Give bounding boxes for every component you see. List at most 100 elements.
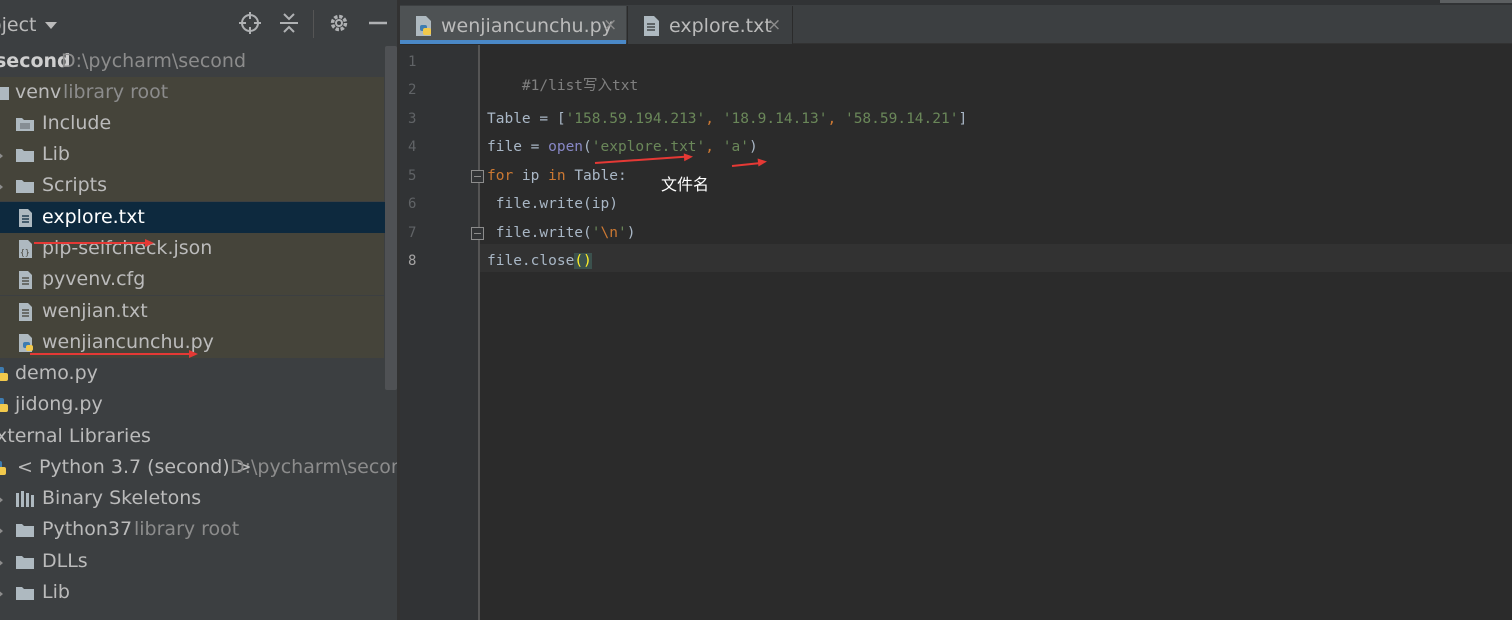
tree-item-demo-py[interactable]: demo.py: [0, 358, 384, 389]
project-view-selector[interactable]: oject: [0, 14, 37, 36]
chevron-right-icon[interactable]: [0, 558, 3, 568]
tree-item-label: Binary Skeletons: [42, 487, 202, 509]
python-file-icon: [414, 15, 434, 37]
chevron-right-icon[interactable]: [0, 495, 3, 505]
folder-icon: [15, 176, 35, 196]
line-number: 3: [408, 111, 417, 127]
tree-item-explore-txt[interactable]: explore.txt: [0, 202, 399, 233]
code-string: '58.59.14.21': [844, 111, 959, 127]
chevron-right-icon[interactable]: [0, 589, 3, 599]
close-icon[interactable]: ×: [603, 15, 617, 35]
code-keyword: for: [487, 168, 514, 184]
line-number-current: 8: [408, 253, 417, 269]
folder-icon: [15, 552, 35, 572]
annotation-arrow-head: [757, 157, 768, 167]
tree-item-dlls[interactable]: DLLs: [0, 546, 384, 577]
tree-item-scripts[interactable]: Scripts: [0, 170, 384, 201]
tree-item-jidong-py[interactable]: jidong.py: [0, 389, 384, 420]
fold-collapse-icon[interactable]: [471, 170, 484, 183]
tree-item-venv[interactable]: venv library root: [0, 77, 384, 108]
project-scrollbar[interactable]: [385, 46, 397, 390]
window-edge: [1440, 0, 1512, 3]
tree-item-python-sdk[interactable]: < Python 3.7 (second) > D:\pycharm\secon…: [0, 452, 399, 483]
tree-item-label: < Python 3.7 (second) >: [17, 456, 252, 478]
close-icon[interactable]: ×: [767, 15, 781, 35]
tree-item-lib-2[interactable]: Lib: [0, 577, 384, 608]
tree-item-label: pyvenv.cfg: [42, 268, 146, 290]
code-comment: #1/list写入txt: [521, 78, 639, 94]
tree-item-lib[interactable]: Lib: [0, 139, 384, 170]
chevron-right-icon[interactable]: [0, 526, 3, 536]
annotation-label: 文件名: [661, 175, 710, 194]
code-string: ': [591, 225, 601, 241]
tree-item-pyvenv-cfg[interactable]: pyvenv.cfg: [0, 264, 384, 295]
code-token: Table:: [565, 168, 627, 184]
line-number: 4: [408, 139, 417, 155]
line-number: 6: [408, 196, 417, 212]
code-string: '158.59.194.213': [565, 111, 706, 127]
chevron-right-icon[interactable]: [0, 151, 3, 161]
text-file-icon: [16, 208, 36, 228]
tree-item-external-libraries[interactable]: xternal Libraries: [0, 421, 384, 452]
project-tool-window: oject second D:\pycharm\second venv libr…: [0, 0, 399, 620]
folder-icon: [0, 83, 12, 103]
tab-divider: [792, 6, 793, 44]
tree-item-binary-skeletons[interactable]: Binary Skeletons: [0, 483, 384, 514]
fold-end-icon[interactable]: [471, 227, 484, 240]
code-string: ': [617, 225, 627, 241]
gutter-separator: [478, 45, 480, 620]
tree-item-path: D:\pycharm\second: [230, 456, 399, 478]
code-token: ip: [513, 168, 549, 184]
line-number: 5: [408, 168, 417, 184]
tree-item-label: jidong.py: [15, 393, 103, 415]
python-file-icon: [16, 333, 36, 353]
code-keyword: in: [548, 168, 566, 184]
code-token: (: [583, 139, 592, 155]
code-string: '18.9.14.13': [722, 111, 828, 127]
locate-target-icon[interactable]: [239, 12, 261, 34]
annotation-arrow-head: [189, 350, 198, 358]
annotation-arrow-line: [731, 162, 760, 167]
code-line-4: file = open('explore.txt', 'a'): [487, 135, 758, 159]
minimize-icon[interactable]: [367, 12, 389, 34]
tree-item-label: demo.py: [15, 362, 98, 384]
line-number-gutter: [400, 45, 478, 620]
tab-explore-txt[interactable]: explore.txt ×: [628, 6, 792, 44]
code-token: ,: [705, 111, 723, 127]
tree-item-label: Lib: [42, 143, 70, 165]
text-file-icon: [642, 15, 662, 37]
code-token: file.write(ip): [487, 196, 618, 212]
tree-item-pip-selfcheck-json[interactable]: {} pip-selfcheck.json: [0, 233, 384, 264]
code-token: ]: [958, 111, 968, 127]
project-panel-header: oject: [0, 0, 399, 46]
code-line-7: file.write('\n'): [487, 221, 636, 245]
tree-item-path: D:\pycharm\second: [61, 50, 247, 72]
tree-item-label: wenjian.txt: [42, 300, 148, 322]
gear-icon[interactable]: [328, 12, 350, 34]
chevron-down-icon[interactable]: [45, 22, 57, 29]
collapse-all-icon[interactable]: [278, 12, 300, 34]
code-line-3: Table = ['158.59.194.213', '18.9.14.13',…: [487, 107, 967, 131]
tree-item-label: Lib: [42, 581, 70, 603]
tree-item-wenjian-txt[interactable]: wenjian.txt: [0, 296, 384, 327]
tab-wenjiancunchu-py[interactable]: wenjiancunchu.py ×: [400, 6, 626, 44]
folder-icon: [15, 583, 35, 603]
text-file-icon: [16, 270, 36, 290]
chevron-right-icon[interactable]: [0, 182, 3, 192]
tree-item-label: pip-selfcheck.json: [42, 237, 213, 259]
tree-item-include[interactable]: Include: [0, 108, 384, 139]
code-line-6: file.write(ip): [487, 192, 618, 216]
python-file-icon: [0, 364, 12, 384]
current-line-highlight: [480, 244, 1512, 272]
folder-icon: [15, 114, 35, 134]
code-editor[interactable]: 1 2 3 4 5 6 7 8 #1/list写入txt Table = ['1…: [400, 45, 1512, 620]
tree-item-project-root[interactable]: second D:\pycharm\second: [0, 46, 384, 77]
tree-item-label: Scripts: [42, 174, 108, 196]
code-token: file =: [487, 139, 549, 155]
tree-item-python37[interactable]: Python37 library root: [0, 514, 384, 545]
tree-item-label: venv: [15, 81, 62, 103]
code-escape: \n: [600, 225, 618, 241]
matched-parens: (): [574, 253, 592, 269]
tab-label: explore.txt: [669, 15, 772, 37]
line-number: 2: [408, 82, 417, 98]
